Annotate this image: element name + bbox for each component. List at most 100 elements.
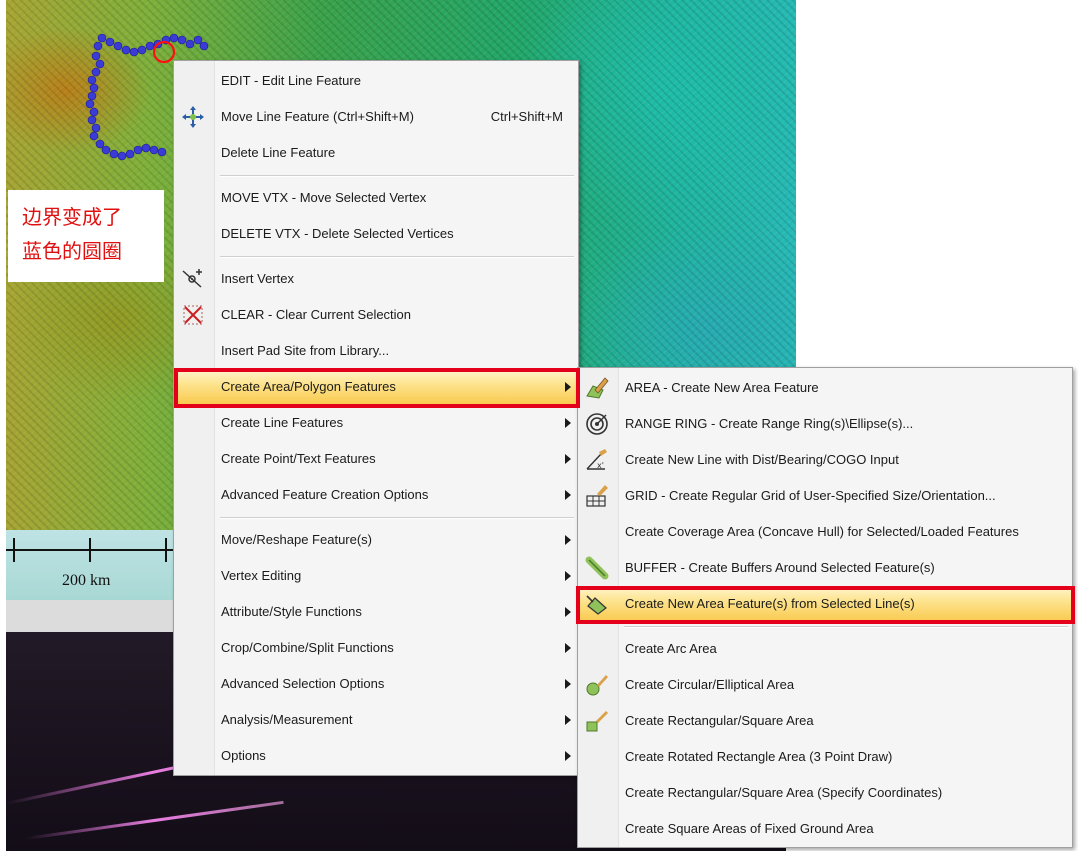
menu-item-options[interactable]: Options xyxy=(175,738,577,774)
menu-item-label: Create Area/Polygon Features xyxy=(221,379,396,394)
menu-item-move-vertex[interactable]: MOVE VTX - Move Selected Vertex xyxy=(175,180,577,216)
menu-item-label: Move/Reshape Feature(s) xyxy=(221,532,373,547)
menu-item-label: Create New Area Feature(s) from Selected… xyxy=(625,596,915,611)
cogo-line-icon: x' xyxy=(585,448,609,472)
menu-item-label: Vertex Editing xyxy=(221,568,302,583)
menu-item-create-line-features[interactable]: Create Line Features xyxy=(175,405,577,441)
menu-item-edit-line[interactable]: EDIT - Edit Line Feature xyxy=(175,63,577,99)
area-polygon-submenu: AREA - Create New Area Feature RANGE RIN… xyxy=(577,367,1073,848)
light-streak xyxy=(25,800,284,840)
submenu-arrow-icon xyxy=(565,715,571,725)
submenu-item-rectangle-coordinates[interactable]: Create Rectangular/Square Area (Specify … xyxy=(579,775,1071,811)
menu-separator xyxy=(220,517,574,519)
menu-item-create-point-text[interactable]: Create Point/Text Features xyxy=(175,441,577,477)
menu-item-move-line[interactable]: Move Line Feature (Ctrl+Shift+M) Ctrl+Sh… xyxy=(175,99,577,135)
menu-item-label: Create Coverage Area (Concave Hull) for … xyxy=(625,524,1019,539)
menu-item-label: Create Circular/Elliptical Area xyxy=(625,677,795,692)
menu-item-label: Insert Pad Site from Library... xyxy=(221,343,390,358)
menu-item-delete-line[interactable]: Delete Line Feature xyxy=(175,135,577,171)
insert-vertex-icon xyxy=(181,267,205,291)
menu-item-label: Insert Vertex xyxy=(221,271,294,286)
menu-item-label: Advanced Feature Creation Options xyxy=(221,487,429,502)
menu-item-crop-combine-split[interactable]: Crop/Combine/Split Functions xyxy=(175,630,577,666)
menu-separator xyxy=(220,256,574,258)
rectangle-area-icon xyxy=(585,709,609,733)
menu-separator xyxy=(624,626,1068,628)
submenu-arrow-icon xyxy=(565,418,571,428)
scale-bar-label: 200 km xyxy=(62,572,111,589)
menu-item-label: Move Line Feature (Ctrl+Shift+M) xyxy=(221,109,414,124)
menu-item-analysis-measurement[interactable]: Analysis/Measurement xyxy=(175,702,577,738)
map-status-strip xyxy=(6,600,176,632)
menu-item-label: GRID - Create Regular Grid of User-Speci… xyxy=(625,488,996,503)
menu-item-label: Crop/Combine/Split Functions xyxy=(221,640,394,655)
menu-item-advanced-feature-creation[interactable]: Advanced Feature Creation Options xyxy=(175,477,577,513)
menu-item-label: Options xyxy=(221,748,266,763)
annotation-line-2: 蓝色的圆圈 xyxy=(22,239,122,263)
submenu-arrow-icon xyxy=(565,454,571,464)
submenu-item-arc-area[interactable]: Create Arc Area xyxy=(579,631,1071,667)
submenu-item-area[interactable]: AREA - Create New Area Feature xyxy=(579,370,1071,406)
menu-item-label: EDIT - Edit Line Feature xyxy=(221,73,361,88)
submenu-arrow-icon xyxy=(565,679,571,689)
menu-item-label: Advanced Selection Options xyxy=(221,676,385,691)
circle-area-icon xyxy=(585,673,609,697)
submenu-item-area-from-lines[interactable]: Create New Area Feature(s) from Selected… xyxy=(579,586,1071,622)
menu-item-label: Create Square Areas of Fixed Ground Area xyxy=(625,821,874,836)
annotation-line-1: 边界变成了 xyxy=(22,205,122,229)
submenu-item-coverage-area[interactable]: Create Coverage Area (Concave Hull) for … xyxy=(579,514,1071,550)
submenu-arrow-icon xyxy=(565,751,571,761)
submenu-item-fixed-ground-area[interactable]: Create Square Areas of Fixed Ground Area xyxy=(579,811,1071,847)
menu-item-label: Create Rectangular/Square Area (Specify … xyxy=(625,785,943,800)
submenu-arrow-icon xyxy=(565,490,571,500)
menu-item-clear-selection[interactable]: CLEAR - Clear Current Selection xyxy=(175,297,577,333)
move-arrows-icon xyxy=(181,105,205,129)
menu-item-label: Create Arc Area xyxy=(625,641,717,656)
svg-text:x': x' xyxy=(597,461,604,470)
menu-item-label: Delete Line Feature xyxy=(221,145,336,160)
menu-item-shortcut: Ctrl+Shift+M xyxy=(490,109,563,124)
clear-selection-icon xyxy=(181,303,205,327)
menu-item-move-reshape[interactable]: Move/Reshape Feature(s) xyxy=(175,522,577,558)
submenu-arrow-icon xyxy=(565,571,571,581)
submenu-item-range-ring[interactable]: RANGE RING - Create Range Ring(s)\Ellips… xyxy=(579,406,1071,442)
submenu-item-buffer[interactable]: BUFFER - Create Buffers Around Selected … xyxy=(579,550,1071,586)
menu-item-label: Create Point/Text Features xyxy=(221,451,376,466)
menu-item-label: AREA - Create New Area Feature xyxy=(625,380,819,395)
menu-item-label: RANGE RING - Create Range Ring(s)\Ellips… xyxy=(625,416,914,431)
menu-item-label: BUFFER - Create Buffers Around Selected … xyxy=(625,560,935,575)
menu-separator xyxy=(220,175,574,177)
menu-item-insert-vertex[interactable]: Insert Vertex xyxy=(175,261,577,297)
submenu-item-grid[interactable]: GRID - Create Regular Grid of User-Speci… xyxy=(579,478,1071,514)
menu-item-label: Create Line Features xyxy=(221,415,344,430)
submenu-arrow-icon xyxy=(565,382,571,392)
menu-item-label: Create Rotated Rectangle Area (3 Point D… xyxy=(625,749,893,764)
area-from-line-icon xyxy=(585,592,609,616)
menu-item-label: DELETE VTX - Delete Selected Vertices xyxy=(221,226,454,241)
context-menu: EDIT - Edit Line Feature Move Line Featu… xyxy=(173,60,579,776)
menu-item-insert-pad-site[interactable]: Insert Pad Site from Library... xyxy=(175,333,577,369)
annotation-note: 边界变成了 蓝色的圆圈 xyxy=(8,190,164,282)
menu-item-delete-vertices[interactable]: DELETE VTX - Delete Selected Vertices xyxy=(175,216,577,252)
submenu-item-circular-area[interactable]: Create Circular/Elliptical Area xyxy=(579,667,1071,703)
menu-item-label: Attribute/Style Functions xyxy=(221,604,362,619)
menu-item-label: Analysis/Measurement xyxy=(221,712,353,727)
menu-item-vertex-editing[interactable]: Vertex Editing xyxy=(175,558,577,594)
submenu-item-rotated-rectangle[interactable]: Create Rotated Rectangle Area (3 Point D… xyxy=(579,739,1071,775)
submenu-item-rectangular-area[interactable]: Create Rectangular/Square Area xyxy=(579,703,1071,739)
area-pencil-icon xyxy=(585,376,609,400)
menu-item-advanced-selection[interactable]: Advanced Selection Options xyxy=(175,666,577,702)
submenu-arrow-icon xyxy=(565,643,571,653)
buffer-icon xyxy=(585,556,609,580)
submenu-arrow-icon xyxy=(565,607,571,617)
menu-item-attribute-style[interactable]: Attribute/Style Functions xyxy=(175,594,577,630)
menu-item-label: CLEAR - Clear Current Selection xyxy=(221,307,412,322)
submenu-item-cogo-line[interactable]: x' Create New Line with Dist/Bearing/COG… xyxy=(579,442,1071,478)
menu-item-create-area-polygon[interactable]: Create Area/Polygon Features xyxy=(175,369,577,405)
range-ring-icon xyxy=(585,412,609,436)
submenu-arrow-icon xyxy=(565,535,571,545)
grid-icon xyxy=(585,484,609,508)
menu-item-label: Create Rectangular/Square Area xyxy=(625,713,814,728)
menu-item-label: MOVE VTX - Move Selected Vertex xyxy=(221,190,427,205)
selected-vertex-ring xyxy=(152,40,176,64)
